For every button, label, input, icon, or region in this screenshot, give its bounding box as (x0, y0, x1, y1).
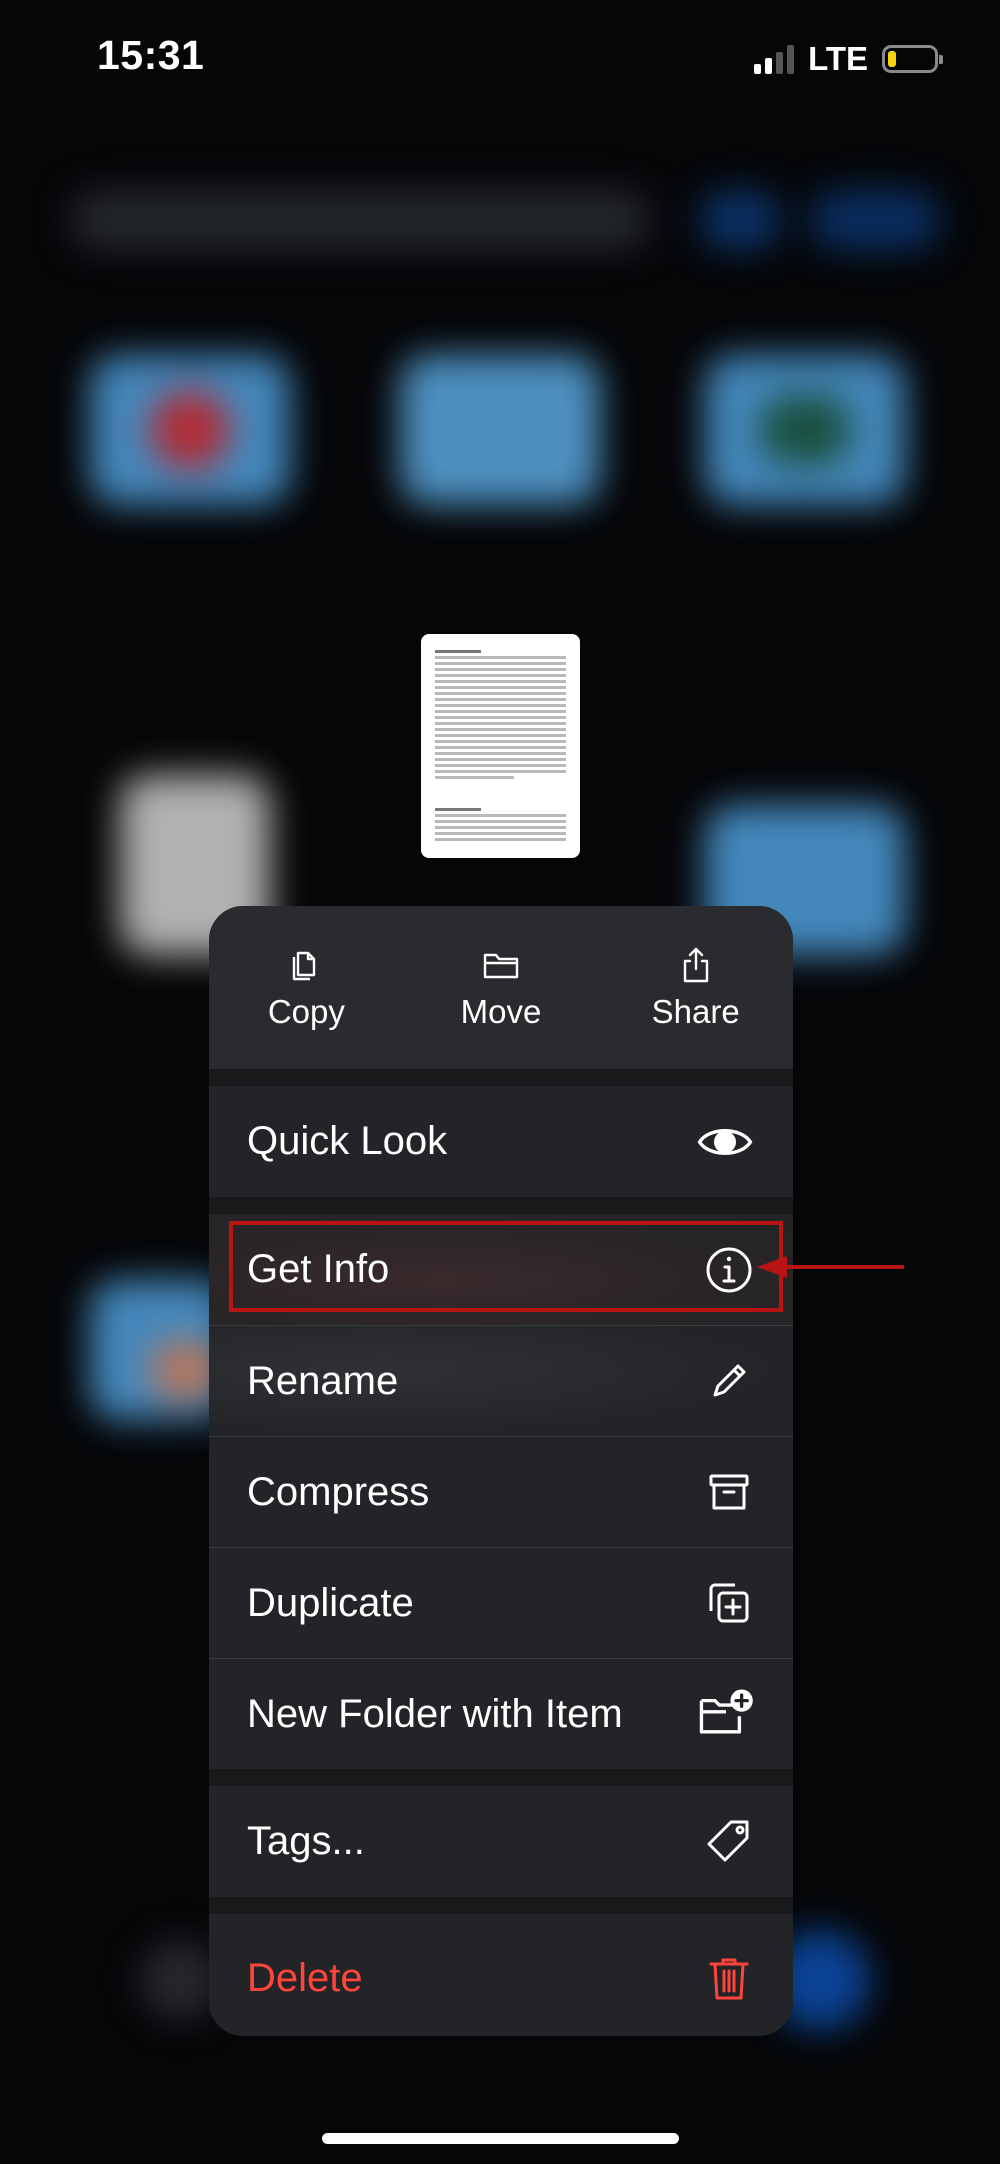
network-type: LTE (808, 40, 868, 77)
action-row: Copy Move Share (209, 906, 793, 1069)
folder-icon (483, 953, 519, 978)
battery-level (888, 51, 896, 67)
section-divider (209, 1769, 793, 1786)
delete-label: Delete (247, 1955, 363, 2000)
status-indicators: LTE (754, 40, 943, 78)
document-preview (421, 634, 580, 858)
duplicate-icon (709, 1583, 749, 1623)
duplicate-label: Duplicate (247, 1580, 414, 1625)
status-time: 15:31 (97, 32, 205, 78)
tags-label: Tags... (247, 1819, 365, 1863)
new-folder-label: New Folder with Item (247, 1691, 623, 1736)
eye-icon (697, 1128, 753, 1155)
folder-plus-icon (699, 1689, 753, 1734)
menu-item-delete[interactable]: Delete (209, 1914, 793, 2036)
arrow-left-icon (757, 1256, 904, 1278)
section-divider (209, 1069, 793, 1086)
menu-item-quick-look[interactable]: Quick Look (209, 1086, 793, 1197)
share-button[interactable]: Share (598, 906, 793, 1069)
menu-item-tags[interactable]: Tags... (209, 1786, 793, 1897)
tag-icon (707, 1820, 749, 1861)
home-indicator[interactable] (322, 2133, 679, 2144)
copy-label: Copy (267, 992, 345, 1030)
share-label: Share (651, 992, 740, 1030)
copy-button[interactable]: Copy (209, 906, 404, 1069)
menu-item-rename[interactable]: Rename (209, 1325, 793, 1436)
move-label: Move (460, 992, 542, 1030)
compress-label: Compress (247, 1469, 430, 1514)
section-divider (209, 1897, 793, 1914)
menu-item-compress[interactable]: Compress (209, 1436, 793, 1547)
trash-icon (709, 1958, 749, 2000)
section-divider (209, 1197, 793, 1214)
menu-item-new-folder[interactable]: New Folder with Item (209, 1658, 793, 1769)
move-button[interactable]: Move (404, 906, 599, 1069)
quick-look-label: Quick Look (247, 1119, 448, 1163)
screen: 15:31 LTE Copy Move Share Quick Look Get… (0, 0, 1000, 2164)
cellular-signal-icon (754, 44, 795, 74)
share-icon (683, 947, 708, 982)
battery-icon (882, 45, 943, 73)
rename-label: Rename (247, 1358, 399, 1403)
copy-icon (293, 951, 316, 980)
context-menu: Copy Move Share Quick Look Get Info Rena… (209, 906, 793, 2036)
archive-box-icon (709, 1474, 749, 1510)
status-bar: 15:31 LTE (0, 0, 1000, 120)
menu-item-duplicate[interactable]: Duplicate (209, 1547, 793, 1658)
pencil-icon (713, 1364, 746, 1397)
get-info-highlight-box (229, 1221, 783, 1312)
